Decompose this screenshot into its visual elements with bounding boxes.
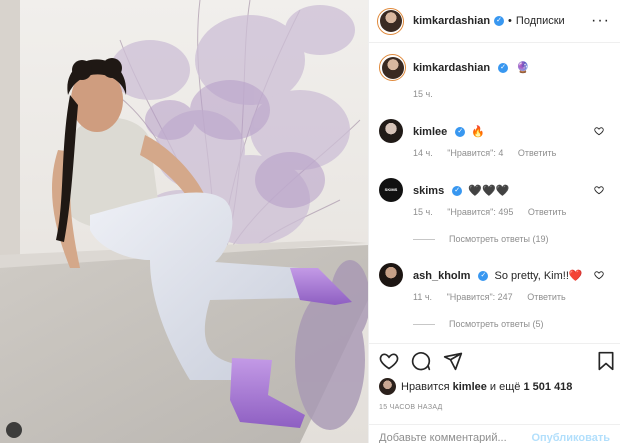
caption-emoji: 🔮 — [516, 62, 530, 74]
comments-list: kimkardashian ✓ 🔮 15 ч. kimlee ✓ 🔥 14 ч. "… — [369, 44, 620, 342]
comment-time[interactable]: 14 ч. — [413, 148, 433, 158]
view-replies-button[interactable]: Посмотреть ответы (5) — [369, 319, 620, 329]
comment-likes[interactable]: "Нравится": 4 — [447, 148, 503, 158]
reply-button[interactable]: Ответить — [528, 207, 566, 217]
verified-icon: ✓ — [452, 186, 463, 197]
comment-form: Добавьте комментарий... Опубликовать — [369, 424, 620, 443]
post-header: kimkardashian ✓ • Подписки ··· — [369, 0, 620, 43]
author-username[interactable]: kimkardashian — [413, 15, 490, 27]
caption-item: kimkardashian ✓ 🔮 15 ч. — [369, 54, 620, 99]
verified-icon: ✓ — [478, 271, 489, 282]
comment-text: So pretty, Kim!!❤️ — [494, 270, 583, 282]
view-replies-label: Посмотреть ответы (5) — [449, 319, 544, 329]
like-comment-icon[interactable] — [594, 126, 604, 136]
heart-icon[interactable] — [379, 351, 399, 371]
comment-time[interactable]: 11 ч. — [413, 292, 432, 302]
verified-icon: ✓ — [498, 63, 509, 74]
post-timestamp[interactable]: 15 ЧАСОВ НАЗАД — [379, 404, 443, 411]
view-replies-label: Посмотреть ответы (19) — [449, 234, 549, 244]
comment-username[interactable]: skims — [413, 185, 444, 197]
comment-input[interactable]: Добавьте комментарий... — [379, 432, 531, 443]
reply-button[interactable]: Ответить — [527, 292, 565, 302]
skims-logo: SKIMS — [384, 187, 398, 192]
comment-text: 🔥 — [471, 126, 486, 138]
header-separator: • — [508, 15, 512, 27]
comment-icon[interactable] — [411, 351, 431, 371]
post-actions: Нравится kimlee и ещё 1 501 418 15 ЧАСОВ… — [369, 343, 620, 443]
comment-time[interactable]: 15 ч. — [413, 207, 433, 217]
more-icon[interactable]: ··· — [591, 12, 610, 30]
comment-username[interactable]: kimkardashian — [413, 62, 490, 74]
post-details-panel: kimkardashian ✓ • Подписки ··· kimkardas… — [368, 0, 620, 443]
like-comment-icon[interactable] — [594, 270, 604, 280]
bookmark-icon[interactable] — [597, 351, 615, 371]
publish-button[interactable]: Опубликовать — [531, 432, 610, 443]
comment-username[interactable]: kimlee — [413, 126, 447, 138]
tag-user-icon[interactable] — [6, 422, 22, 438]
post-photo[interactable] — [0, 0, 368, 443]
author-avatar[interactable] — [377, 7, 404, 35]
likes-user[interactable]: kimlee — [453, 381, 487, 393]
post-image — [0, 0, 368, 443]
likes-summary[interactable]: Нравится kimlee и ещё 1 501 418 — [379, 378, 572, 395]
liker-avatar — [379, 378, 396, 395]
verified-icon: ✓ — [494, 16, 505, 26]
likes-suffix-prefix: и ещё — [489, 380, 521, 393]
comment-avatar[interactable] — [379, 54, 406, 81]
comment-username[interactable]: ash_kholm — [413, 270, 470, 282]
comment-time[interactable]: 15 ч. — [413, 89, 433, 99]
verified-icon: ✓ — [455, 127, 466, 138]
comment-item: kimlee ✓ 🔥 14 ч. "Нравится": 4 Ответить — [369, 118, 620, 158]
likes-count[interactable]: 1 501 418 — [523, 381, 572, 393]
comment-avatar[interactable]: SKIMS — [379, 178, 403, 202]
comment-item: SKIMS skims ✓ 🖤🖤🖤 15 ч. "Нравится": 495 О… — [369, 177, 620, 217]
comment-avatar[interactable] — [379, 263, 403, 287]
reply-button[interactable]: Ответить — [518, 148, 556, 158]
comment-avatar[interactable] — [379, 119, 403, 143]
comment-item: ash_kholm ✓ So pretty, Kim!!❤️ 11 ч. "Нра… — [369, 262, 620, 302]
share-icon[interactable] — [443, 351, 463, 371]
view-replies-button[interactable]: Посмотреть ответы (19) — [369, 234, 620, 244]
comment-text: 🖤🖤🖤 — [468, 185, 510, 197]
comment-likes[interactable]: "Нравится": 495 — [447, 207, 513, 217]
like-comment-icon[interactable] — [594, 185, 604, 195]
comment-likes[interactable]: "Нравится": 247 — [447, 292, 513, 302]
likes-prefix: Нравится — [401, 380, 450, 393]
following-button[interactable]: Подписки — [516, 15, 565, 27]
